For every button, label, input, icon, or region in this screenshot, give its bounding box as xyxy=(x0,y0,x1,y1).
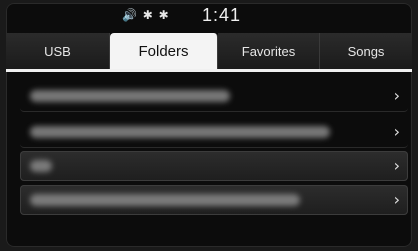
display: 🔊 ✱ ✱ 1:41 USB Folders Favorites Songs › xyxy=(6,3,412,247)
blurred-label xyxy=(30,126,330,138)
tab-folders[interactable]: Folders xyxy=(110,33,218,69)
list-item[interactable]: › xyxy=(20,117,408,148)
tab-underline xyxy=(6,69,412,72)
tab-favorites-label: Favorites xyxy=(241,43,296,59)
list-item[interactable]: › xyxy=(20,185,408,215)
chevron-right-icon: › xyxy=(393,190,400,209)
status-bar: 🔊 ✱ ✱ 1:41 xyxy=(6,3,412,29)
tab-favorites[interactable]: Favorites xyxy=(218,33,320,69)
blurred-label xyxy=(30,160,52,172)
chevron-right-icon: › xyxy=(393,156,400,175)
list-item[interactable]: › xyxy=(20,151,408,181)
tab-bar: USB Folders Favorites Songs xyxy=(6,33,412,69)
chevron-right-icon: › xyxy=(393,122,400,141)
tab-songs[interactable]: Songs xyxy=(320,33,412,69)
tab-usb[interactable]: USB xyxy=(6,33,110,69)
screen-frame: 🔊 ✱ ✱ 1:41 USB Folders Favorites Songs › xyxy=(0,0,418,251)
blurred-label xyxy=(30,194,300,206)
tab-songs-label: Songs xyxy=(347,43,385,59)
status-icons: 🔊 ✱ ✱ xyxy=(122,8,170,22)
clock: 1:41 xyxy=(202,5,242,25)
list-item[interactable]: › xyxy=(20,81,408,112)
tab-usb-label: USB xyxy=(44,43,71,59)
tab-folders-label: Folders xyxy=(138,42,189,60)
chevron-right-icon: › xyxy=(393,86,400,105)
blurred-label xyxy=(30,90,230,102)
